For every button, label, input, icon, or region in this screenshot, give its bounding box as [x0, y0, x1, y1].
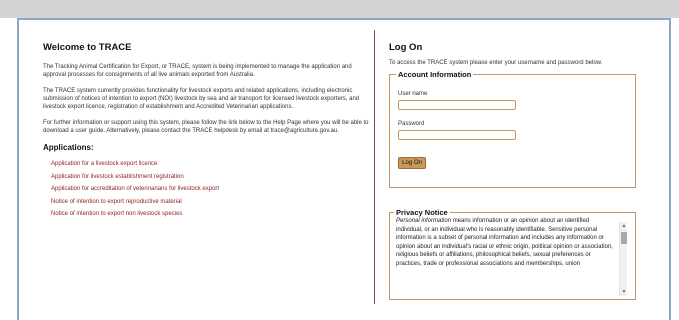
welcome-title: Welcome to TRACE — [43, 42, 132, 53]
application-link-establishment-registration[interactable]: Application for livestock establishment … — [51, 171, 369, 184]
page-frame: Welcome to TRACE The Tracking Animal Cer… — [17, 18, 671, 320]
scroll-up-icon[interactable]: ▲ — [620, 222, 628, 230]
logon-section: Log On To access the TRACE system please… — [389, 42, 642, 300]
logon-title: Log On — [389, 42, 423, 53]
account-information-panel: Account Information User name Password L… — [389, 70, 636, 188]
password-label: Password — [398, 121, 425, 127]
welcome-paragraph-3: For further information or support using… — [43, 120, 369, 134]
welcome-paragraph-2: The TRACE system currently provides func… — [43, 88, 360, 110]
privacy-scrollbar[interactable]: ▲ ▼ — [619, 222, 627, 296]
privacy-notice-panel: Privacy Notice Personal information mean… — [389, 208, 636, 300]
account-information-legend: Account Information — [398, 70, 472, 79]
password-input[interactable] — [398, 130, 516, 140]
welcome-section: Welcome to TRACE The Tracking Animal Cer… — [43, 42, 369, 221]
welcome-paragraph-1: The Tracking Animal Certification for Ex… — [43, 64, 352, 78]
top-strip — [0, 0, 679, 18]
privacy-notice-lead: Personal information — [396, 218, 452, 224]
column-divider — [374, 30, 375, 304]
applications-list: Application for a livestock export licen… — [43, 158, 369, 221]
applications-title: Applications: — [43, 143, 94, 152]
application-link-export-licence[interactable]: Application for a livestock export licen… — [51, 158, 369, 171]
privacy-notice-text: Personal information means information o… — [396, 217, 616, 293]
application-link-non-livestock-species[interactable]: Notice of intention to export non livest… — [51, 208, 369, 221]
application-link-reproductive-material[interactable]: Notice of intention to export reproducti… — [51, 196, 369, 209]
username-label: User name — [398, 91, 428, 97]
logon-button[interactable]: Log On — [398, 157, 426, 169]
privacy-notice-body: means information or an opinion about an… — [396, 218, 613, 267]
scrollbar-thumb[interactable] — [621, 232, 627, 244]
scroll-down-icon[interactable]: ▼ — [620, 288, 628, 296]
logon-intro: To access the TRACE system please enter … — [389, 60, 603, 66]
username-input[interactable] — [398, 100, 516, 110]
application-link-veterinarian-accreditation[interactable]: Application for accreditation of veterin… — [51, 183, 369, 196]
privacy-notice-legend: Privacy Notice — [396, 208, 448, 217]
